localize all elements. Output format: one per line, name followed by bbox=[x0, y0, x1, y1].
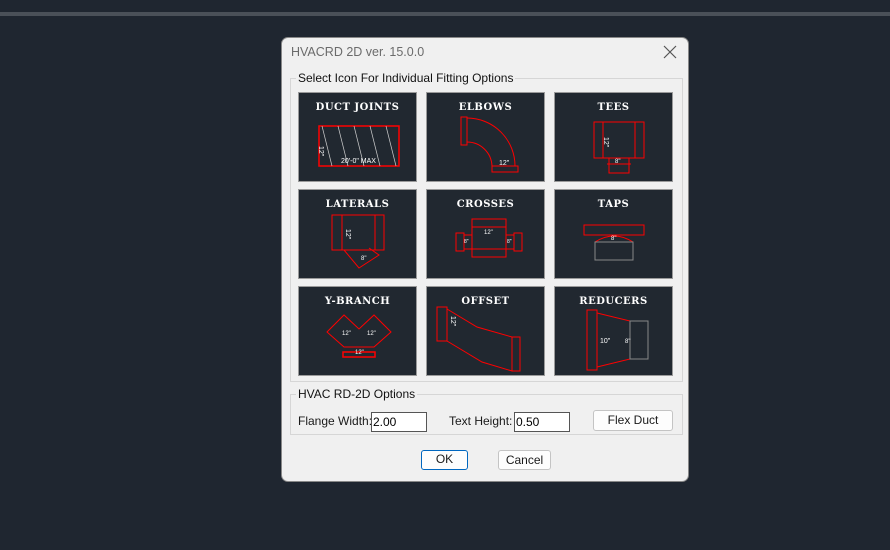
close-icon[interactable] bbox=[660, 42, 680, 62]
flex-duct-button[interactable]: Flex Duct bbox=[593, 410, 673, 431]
fitting-tile-reducers[interactable]: 10" 8" REDUCERS bbox=[554, 286, 673, 376]
svg-text:8": 8" bbox=[611, 236, 616, 242]
dialog-title: HVACRD 2D ver. 15.0.0 bbox=[291, 45, 425, 59]
title-bar: HVACRD 2D ver. 15.0.0 bbox=[282, 38, 688, 68]
svg-text:8": 8" bbox=[507, 239, 512, 245]
fitting-tile-label: OFFSET bbox=[461, 296, 510, 307]
fitting-tile-laterals[interactable]: 12" 8" LATERALS bbox=[298, 189, 417, 279]
hvac-options-legend: HVAC RD-2D Options bbox=[298, 387, 416, 401]
fitting-tile-taps[interactable]: 8" TAPS bbox=[554, 189, 673, 279]
fitting-tile-tees[interactable]: 12" 8" TEES bbox=[554, 92, 673, 182]
fitting-tile-label: LATERALS bbox=[325, 199, 390, 210]
svg-text:12": 12" bbox=[499, 160, 510, 167]
flange-width-input[interactable] bbox=[371, 412, 427, 432]
fitting-tile-label: TEES bbox=[597, 102, 630, 113]
svg-text:8": 8" bbox=[615, 159, 620, 165]
svg-text:12": 12" bbox=[449, 316, 456, 327]
fitting-tile-elbows[interactable]: 12" ELBOWS bbox=[426, 92, 545, 182]
fitting-tile-label: REDUCERS bbox=[579, 296, 648, 307]
svg-text:8": 8" bbox=[464, 239, 469, 245]
fitting-tile-label: CROSSES bbox=[456, 199, 515, 210]
text-height-input[interactable] bbox=[514, 412, 570, 432]
svg-text:8": 8" bbox=[625, 339, 630, 345]
hvacrd-dialog: HVACRD 2D ver. 15.0.0 Select Icon For In… bbox=[281, 37, 689, 482]
svg-text:10": 10" bbox=[600, 338, 611, 345]
fitting-tile-crosses[interactable]: 12" 8" 8" CROSSES bbox=[426, 189, 545, 279]
fitting-tile-label: Y-BRANCH bbox=[324, 296, 391, 307]
fitting-options-legend: Select Icon For Individual Fitting Optio… bbox=[298, 71, 514, 85]
svg-text:12": 12" bbox=[484, 230, 493, 236]
svg-text:12": 12" bbox=[602, 137, 609, 148]
svg-text:12": 12" bbox=[367, 331, 376, 337]
svg-text:12": 12" bbox=[355, 350, 364, 356]
svg-text:8": 8" bbox=[361, 256, 366, 262]
fitting-tile-y-branch[interactable]: 12" 12" 12" Y-BRANCH bbox=[298, 286, 417, 376]
fitting-tile-duct-joints[interactable]: 12" 20'-0" MAX DUCT JOINTS bbox=[298, 92, 417, 182]
fitting-tile-label: DUCT JOINTS bbox=[315, 102, 400, 113]
flange-width-label: Flange Width: bbox=[298, 414, 373, 428]
svg-text:12": 12" bbox=[344, 229, 351, 240]
fitting-tile-label: TAPS bbox=[597, 199, 630, 210]
svg-text:12": 12" bbox=[317, 146, 324, 157]
ok-button[interactable]: OK bbox=[421, 450, 468, 470]
cancel-button[interactable]: Cancel bbox=[498, 450, 551, 470]
background-toolbar-line bbox=[0, 12, 890, 16]
text-height-label: Text Height: bbox=[449, 414, 513, 428]
svg-text:20'-0" MAX: 20'-0" MAX bbox=[341, 158, 376, 165]
fitting-tile-offset[interactable]: 12" OFFSET bbox=[426, 286, 545, 376]
svg-text:12": 12" bbox=[342, 331, 351, 337]
fitting-tile-label: ELBOWS bbox=[458, 102, 513, 113]
